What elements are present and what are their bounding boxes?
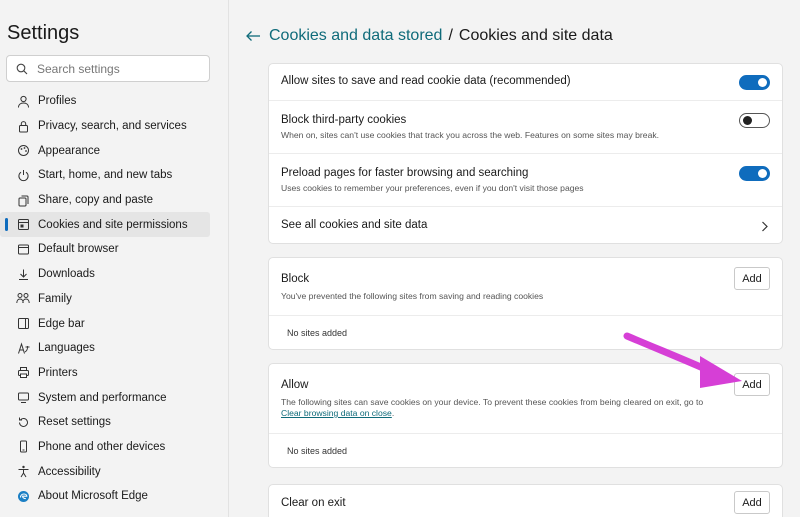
clear-on-exit-header: Clear on exit Add [269, 485, 782, 517]
download-icon [15, 266, 31, 282]
search-input[interactable] [37, 61, 197, 76]
allow-empty-text: No sites added [269, 433, 782, 468]
block-add-button[interactable]: Add [734, 267, 770, 290]
share-icon [15, 192, 31, 208]
sidebar-item-family[interactable]: Family [0, 287, 210, 312]
browser-icon [15, 241, 31, 257]
sidebar-item-downloads[interactable]: Downloads [0, 262, 210, 287]
sidebar-item-label: Cookies and site permissions [38, 218, 188, 231]
allow-title: Allow [281, 379, 309, 391]
block-card: Block You've prevented the following sit… [268, 257, 783, 350]
sidebar-item-label: Privacy, search, and services [38, 120, 187, 133]
sidebar-item-label: About Microsoft Edge [38, 490, 148, 503]
accessibility-icon [15, 464, 31, 480]
breadcrumb-parent-link[interactable]: Cookies and data stored [269, 27, 442, 45]
languages-icon [15, 340, 31, 356]
sidebar-item-label: System and performance [38, 391, 167, 404]
sidebar-item-share[interactable]: Share, copy and paste [0, 188, 210, 213]
sidebar-item-accessibility[interactable]: Accessibility [0, 459, 210, 484]
sidebar-item-label: Languages [38, 342, 95, 355]
sidebar: Settings Profiles Privacy, search, and s… [0, 0, 229, 517]
sidebar-item-start-home[interactable]: Start, home, and new tabs [0, 163, 210, 188]
allow-description-block: The following sites can save cookies on … [281, 397, 770, 419]
allow-cookies-toggle[interactable] [739, 75, 770, 90]
sidebar-item-printers[interactable]: Printers [0, 361, 210, 386]
sidebar-item-label: Default browser [38, 243, 119, 256]
sidebar-item-label: Phone and other devices [38, 440, 166, 453]
clear-on-exit-card: Clear on exit Add [268, 484, 783, 517]
sidebar-item-phone[interactable]: Phone and other devices [0, 435, 210, 460]
sidebar-item-label: Reset settings [38, 416, 111, 429]
allow-link-suffix: . [391, 408, 395, 418]
page-title: Cookies and site data [458, 27, 613, 44]
sidebar-item-label: Accessibility [38, 465, 101, 478]
preload-toggle[interactable] [739, 166, 770, 181]
power-icon [15, 167, 31, 183]
printer-icon [15, 365, 31, 381]
block-description: You've prevented the following sites fro… [281, 291, 544, 301]
see-all-cookies-row[interactable]: See all cookies and site data [269, 207, 782, 243]
sidebar-item-label: Share, copy and paste [38, 194, 154, 207]
sidebar-item-cookies[interactable]: Cookies and site permissions [0, 212, 210, 238]
system-icon [15, 390, 31, 406]
lock-icon [15, 118, 31, 134]
sidebar-item-languages[interactable]: Languages [0, 336, 210, 361]
sidebar-item-about[interactable]: About Microsoft Edge [0, 484, 210, 509]
allow-description: The following sites can save cookies on … [281, 397, 704, 407]
chevron-right-icon [761, 219, 768, 237]
block-third-party-description: When on, sites can't use cookies that tr… [281, 130, 660, 140]
sidebar-item-label: Start, home, and new tabs [38, 169, 173, 182]
sidebar-item-label: Edge bar [38, 317, 85, 330]
search-icon [7, 63, 37, 75]
block-empty-text: No sites added [269, 315, 782, 350]
allow-add-button[interactable]: Add [734, 373, 770, 396]
preload-label: Preload pages for faster browsing and se… [281, 167, 529, 179]
reset-icon [15, 414, 31, 430]
sidebar-item-default-browser[interactable]: Default browser [0, 237, 210, 262]
sidebar-item-profiles[interactable]: Profiles [0, 89, 210, 114]
sidebar-item-edge-bar[interactable]: Edge bar [0, 311, 210, 336]
appearance-icon [15, 143, 31, 159]
sidebar-item-label: Printers [38, 366, 78, 379]
sidebar-item-label: Profiles [38, 95, 77, 108]
profile-icon [15, 93, 31, 109]
sidebar-item-label: Family [38, 292, 72, 305]
breadcrumb-separator: / [448, 27, 453, 44]
edge-bar-icon [15, 316, 31, 332]
block-third-party-toggle[interactable] [739, 113, 770, 128]
block-third-party-label: Block third-party cookies [281, 114, 407, 126]
allow-cookies-label: Allow sites to save and read cookie data… [281, 75, 571, 87]
allow-card: Allow The following sites can save cooki… [268, 363, 783, 468]
block-title: Block [281, 273, 310, 285]
clear-browsing-data-link[interactable]: Clear browsing data on close [281, 408, 392, 418]
see-all-cookies-label: See all cookies and site data [281, 219, 428, 231]
sidebar-item-privacy[interactable]: Privacy, search, and services [0, 114, 210, 139]
sidebar-item-label: Appearance [38, 144, 101, 157]
edge-icon [15, 488, 31, 504]
block-third-party-row: Block third-party cookies When on, sites… [269, 101, 782, 154]
sidebar-nav: Profiles Privacy, search, and services A… [0, 89, 210, 509]
back-arrow-icon[interactable] [245, 30, 263, 42]
main-content: Cookies and data stored / Cookies and si… [230, 0, 800, 517]
clear-on-exit-title: Clear on exit [281, 497, 346, 509]
cookies-icon [15, 217, 31, 233]
breadcrumb: Cookies and data stored / Cookies and si… [245, 27, 613, 45]
family-icon [15, 291, 31, 307]
cookie-settings-card: Allow sites to save and read cookie data… [268, 63, 783, 244]
allow-header: Allow The following sites can save cooki… [269, 364, 782, 433]
sidebar-item-system[interactable]: System and performance [0, 385, 210, 410]
sidebar-item-appearance[interactable]: Appearance [0, 138, 210, 163]
sidebar-item-label: Downloads [38, 268, 95, 281]
block-header: Block You've prevented the following sit… [269, 258, 782, 315]
search-box[interactable] [6, 55, 210, 82]
settings-title: Settings [7, 22, 80, 44]
phone-icon [15, 439, 31, 455]
preload-description: Uses cookies to remember your preference… [281, 183, 584, 193]
sidebar-item-reset[interactable]: Reset settings [0, 410, 210, 435]
allow-cookies-row: Allow sites to save and read cookie data… [269, 64, 782, 101]
clear-on-exit-add-button[interactable]: Add [734, 491, 770, 514]
preload-row: Preload pages for faster browsing and se… [269, 154, 782, 207]
